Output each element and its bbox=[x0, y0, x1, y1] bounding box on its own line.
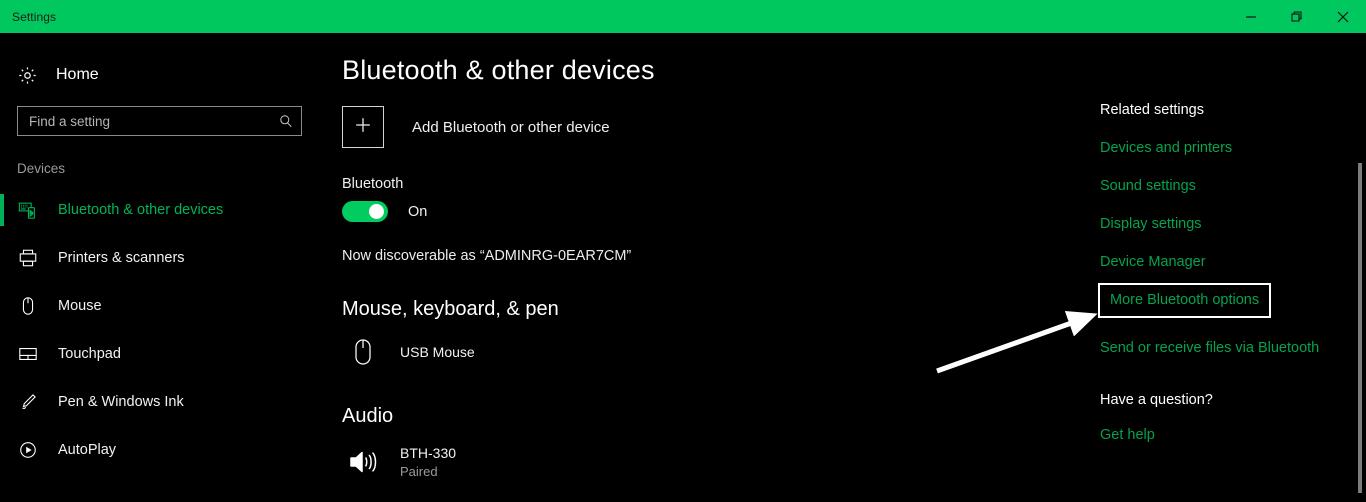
sidebar-item-label: Pen & Windows Ink bbox=[58, 394, 184, 410]
sidebar-group-label: Devices bbox=[17, 161, 66, 176]
settings-window: Settings Home Find a setting Devices Blu… bbox=[0, 0, 1366, 502]
restore-button[interactable] bbox=[1274, 0, 1320, 33]
link-sound-settings[interactable]: Sound settings bbox=[1100, 178, 1196, 194]
sidebar-item-label: Printers & scanners bbox=[58, 250, 185, 266]
link-devices-and-printers[interactable]: Devices and printers bbox=[1100, 140, 1232, 156]
search-input[interactable] bbox=[18, 107, 301, 135]
home-label: Home bbox=[56, 66, 99, 83]
bluetooth-devices-icon bbox=[18, 200, 44, 220]
device-status: Paired bbox=[400, 463, 438, 479]
device-row-bth-330[interactable]: BTH-330 Paired bbox=[342, 440, 1366, 484]
search-box[interactable] bbox=[17, 106, 302, 136]
sidebar-item-label: AutoPlay bbox=[58, 442, 117, 458]
sidebar-item-label: Touchpad bbox=[58, 346, 121, 362]
sidebar-nav: Bluetooth & other devices Printers & sca… bbox=[0, 186, 330, 474]
plus-icon bbox=[353, 115, 373, 139]
window-controls bbox=[1228, 0, 1366, 33]
minimize-icon bbox=[1245, 11, 1257, 23]
related-settings-heading: Related settings bbox=[1100, 102, 1204, 118]
sidebar-item-autoplay[interactable]: AutoPlay bbox=[0, 426, 330, 474]
window-title: Settings bbox=[12, 9, 57, 24]
touchpad-icon bbox=[18, 344, 44, 364]
speaker-icon bbox=[342, 449, 384, 475]
bluetooth-toggle[interactable] bbox=[342, 201, 388, 222]
device-texts: BTH-330 Paired bbox=[400, 444, 456, 480]
printer-icon bbox=[18, 248, 44, 268]
restore-icon bbox=[1291, 10, 1303, 23]
sidebar-item-printers-scanners[interactable]: Printers & scanners bbox=[0, 234, 330, 282]
sidebar-item-touchpad[interactable]: Touchpad bbox=[0, 330, 330, 378]
scrollbar-thumb[interactable] bbox=[1358, 163, 1362, 493]
mouse-icon bbox=[342, 337, 384, 367]
sidebar: Home Devices bbox=[0, 33, 330, 502]
device-name: BTH-330 bbox=[400, 445, 457, 461]
link-get-help[interactable]: Get help bbox=[1100, 427, 1155, 443]
close-button[interactable] bbox=[1320, 0, 1366, 33]
mouse-icon bbox=[18, 296, 44, 316]
device-name: USB Mouse bbox=[400, 343, 475, 360]
link-more-bluetooth-options[interactable]: More Bluetooth options bbox=[1098, 283, 1272, 318]
toggle-knob bbox=[369, 204, 384, 219]
link-display-settings[interactable]: Display settings bbox=[1100, 216, 1202, 232]
bluetooth-toggle-state: On bbox=[408, 203, 428, 220]
link-device-manager[interactable]: Device Manager bbox=[1100, 254, 1206, 270]
title-bar: Settings bbox=[0, 0, 1366, 33]
pen-icon bbox=[18, 392, 44, 412]
sidebar-item-mouse[interactable]: Mouse bbox=[0, 282, 330, 330]
minimize-button[interactable] bbox=[1228, 0, 1274, 33]
link-send-or-receive-files-via-bluetooth[interactable]: Send or receive files via Bluetooth bbox=[1100, 340, 1319, 356]
related-settings-panel: Related settings Devices and printers So… bbox=[1098, 33, 1350, 443]
add-device-label: Add Bluetooth or other device bbox=[412, 118, 610, 136]
autoplay-icon bbox=[18, 440, 44, 460]
sidebar-item-label: Bluetooth & other devices bbox=[58, 202, 224, 218]
have-a-question-heading: Have a question? bbox=[1100, 392, 1213, 408]
gear-icon bbox=[18, 66, 42, 85]
close-icon bbox=[1337, 11, 1349, 23]
sidebar-item-home[interactable]: Home bbox=[0, 55, 330, 95]
search-icon[interactable] bbox=[279, 114, 293, 128]
sidebar-item-bluetooth-other-devices[interactable]: Bluetooth & other devices bbox=[0, 186, 330, 234]
sidebar-item-label: Mouse bbox=[58, 298, 102, 314]
scrollbar-track[interactable] bbox=[1354, 33, 1366, 502]
sidebar-item-pen-windows-ink[interactable]: Pen & Windows Ink bbox=[0, 378, 330, 426]
add-device-button[interactable] bbox=[342, 106, 384, 148]
device-texts: USB Mouse bbox=[400, 343, 475, 362]
